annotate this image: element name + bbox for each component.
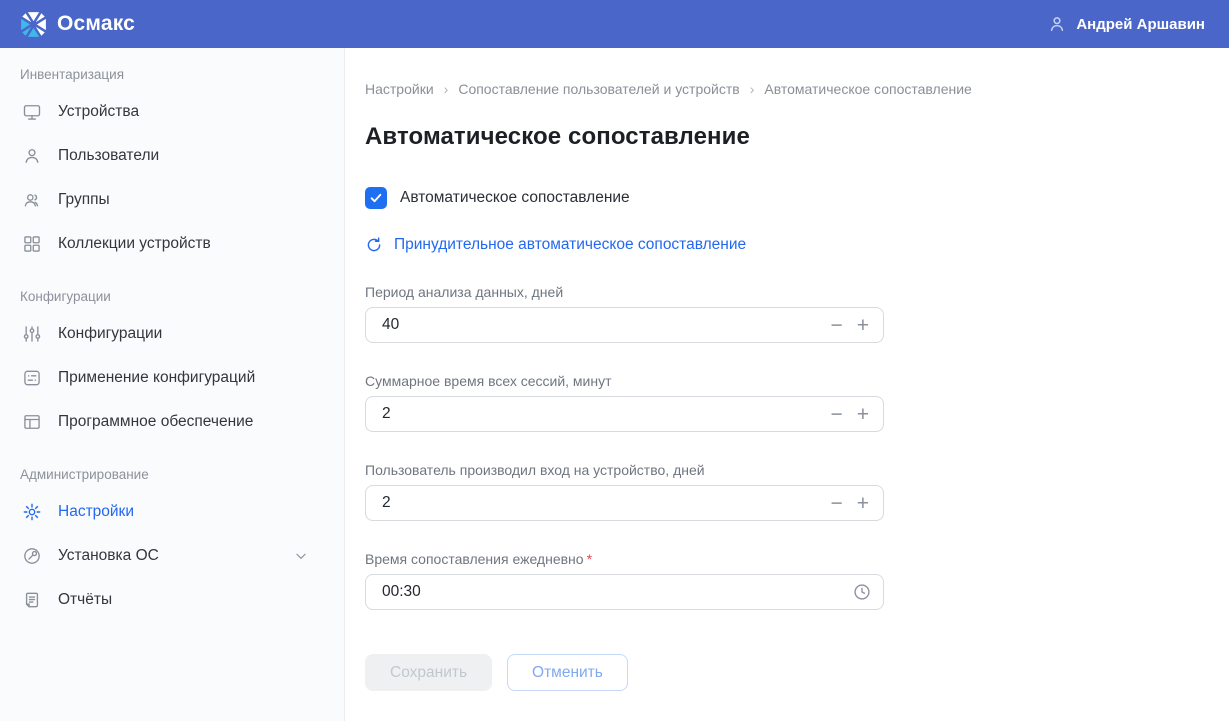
- config-apply-icon: [22, 368, 42, 388]
- user-name: Андрей Аршавин: [1076, 16, 1205, 33]
- minus-stepper-button[interactable]: −: [830, 315, 842, 336]
- chevron-down-icon[interactable]: [294, 549, 308, 563]
- breadcrumb: Настройки › Сопоставление пользователей …: [365, 81, 1229, 97]
- sidebar-item-label: Коллекции устройств: [58, 235, 211, 253]
- user-icon: [22, 146, 42, 166]
- breadcrumb-auto-matching: Автоматическое сопоставление: [764, 81, 971, 97]
- sidebar-item-label: Программное обеспечение: [58, 413, 253, 431]
- sidebar-item-label: Настройки: [58, 503, 134, 521]
- clock-icon[interactable]: [852, 582, 872, 602]
- breadcrumb-settings[interactable]: Настройки: [365, 81, 434, 97]
- field-login-days: Пользователь производил вход на устройст…: [365, 462, 884, 521]
- grid-icon: [22, 234, 42, 254]
- save-button[interactable]: Сохранить: [365, 654, 492, 691]
- plus-stepper-button[interactable]: +: [857, 404, 869, 425]
- main-content: Настройки › Сопоставление пользователей …: [345, 48, 1229, 721]
- breadcrumb-separator: ›: [444, 81, 449, 97]
- field-analysis-period: Период анализа данных, дней − +: [365, 284, 884, 343]
- minus-stepper-button[interactable]: −: [830, 404, 842, 425]
- field-total-session-time: Суммарное время всех сессий, минут − +: [365, 373, 884, 432]
- top-bar: Осмакс Андрей Аршавин: [0, 0, 1229, 48]
- page-title: Автоматическое сопоставление: [365, 123, 1229, 151]
- plus-stepper-button[interactable]: +: [857, 315, 869, 336]
- sidebar-item-config-apply[interactable]: Применение конфигураций: [20, 362, 324, 394]
- software-icon: [22, 412, 42, 432]
- report-icon: [22, 590, 42, 610]
- auto-matching-form: Автоматическое сопоставление Принудитель…: [365, 187, 884, 691]
- sidebar-section-configurations: Конфигурации: [20, 288, 324, 306]
- sidebar-item-groups[interactable]: Группы: [20, 184, 324, 216]
- auto-matching-checkbox-row[interactable]: Автоматическое сопоставление: [365, 187, 630, 209]
- app-window: Осмакс Андрей Аршавин Инвентаризация Уст…: [0, 0, 1229, 721]
- field-label: Время сопоставления ежедневно: [365, 551, 584, 567]
- matching-time-input[interactable]: [365, 574, 884, 610]
- field-label: Суммарное время всех сессий, минут: [365, 373, 884, 389]
- users-icon: [22, 190, 42, 210]
- refresh-icon: [365, 236, 383, 254]
- sidebar-item-device-collections[interactable]: Коллекции устройств: [20, 228, 324, 260]
- brand-logo[interactable]: Осмакс: [20, 11, 135, 38]
- total-session-time-input[interactable]: [365, 396, 884, 432]
- sidebar-item-devices[interactable]: Устройства: [20, 96, 324, 128]
- sidebar-item-label: Устройства: [58, 103, 139, 121]
- breadcrumb-separator: ›: [750, 81, 755, 97]
- cancel-button[interactable]: Отменить: [507, 654, 628, 691]
- auto-matching-checkbox[interactable]: [365, 187, 387, 209]
- wrench-circle-icon: [22, 546, 42, 566]
- sidebar: Инвентаризация Устройства Пользователи: [0, 48, 345, 721]
- analysis-period-input[interactable]: [365, 307, 884, 343]
- sidebar-item-reports[interactable]: Отчёты: [20, 584, 324, 616]
- field-matching-time: Время сопоставления ежедневно*: [365, 551, 884, 610]
- minus-stepper-button[interactable]: −: [830, 493, 842, 514]
- sidebar-item-software[interactable]: Программное обеспечение: [20, 406, 324, 438]
- sidebar-item-label: Конфигурации: [58, 325, 162, 343]
- user-avatar-icon: [1047, 14, 1067, 34]
- sidebar-item-label: Отчёты: [58, 591, 112, 609]
- sidebar-item-label: Установка ОС: [58, 547, 159, 565]
- sidebar-section-administration: Администрирование: [20, 466, 324, 484]
- breadcrumb-user-device-matching[interactable]: Сопоставление пользователей и устройств: [458, 81, 739, 97]
- force-matching-link-label: Принудительное автоматическое сопоставле…: [394, 236, 746, 254]
- login-days-input[interactable]: [365, 485, 884, 521]
- field-label: Период анализа данных, дней: [365, 284, 884, 300]
- field-label: Пользователь производил вход на устройст…: [365, 462, 884, 478]
- sidebar-item-users[interactable]: Пользователи: [20, 140, 324, 172]
- sidebar-item-label: Группы: [58, 191, 110, 209]
- sidebar-section-inventory: Инвентаризация: [20, 66, 324, 84]
- plus-stepper-button[interactable]: +: [857, 493, 869, 514]
- required-asterisk: *: [587, 551, 592, 567]
- brand-name: Осмакс: [57, 12, 135, 36]
- sidebar-item-label: Применение конфигураций: [58, 369, 255, 387]
- sidebar-item-os-install[interactable]: Установка ОС: [20, 540, 324, 572]
- checkbox-label: Автоматическое сопоставление: [400, 189, 630, 207]
- check-icon: [369, 191, 383, 205]
- sidebar-item-label: Пользователи: [58, 147, 159, 165]
- sidebar-item-configurations[interactable]: Конфигурации: [20, 318, 324, 350]
- force-matching-link[interactable]: Принудительное автоматическое сопоставле…: [365, 236, 746, 254]
- sliders-icon: [22, 324, 42, 344]
- brand-pinwheel-icon: [20, 11, 47, 38]
- monitor-icon: [22, 102, 42, 122]
- user-menu[interactable]: Андрей Аршавин: [1047, 14, 1205, 34]
- sidebar-item-settings[interactable]: Настройки: [20, 496, 324, 528]
- gear-icon: [22, 502, 42, 522]
- form-actions: Сохранить Отменить: [365, 654, 884, 691]
